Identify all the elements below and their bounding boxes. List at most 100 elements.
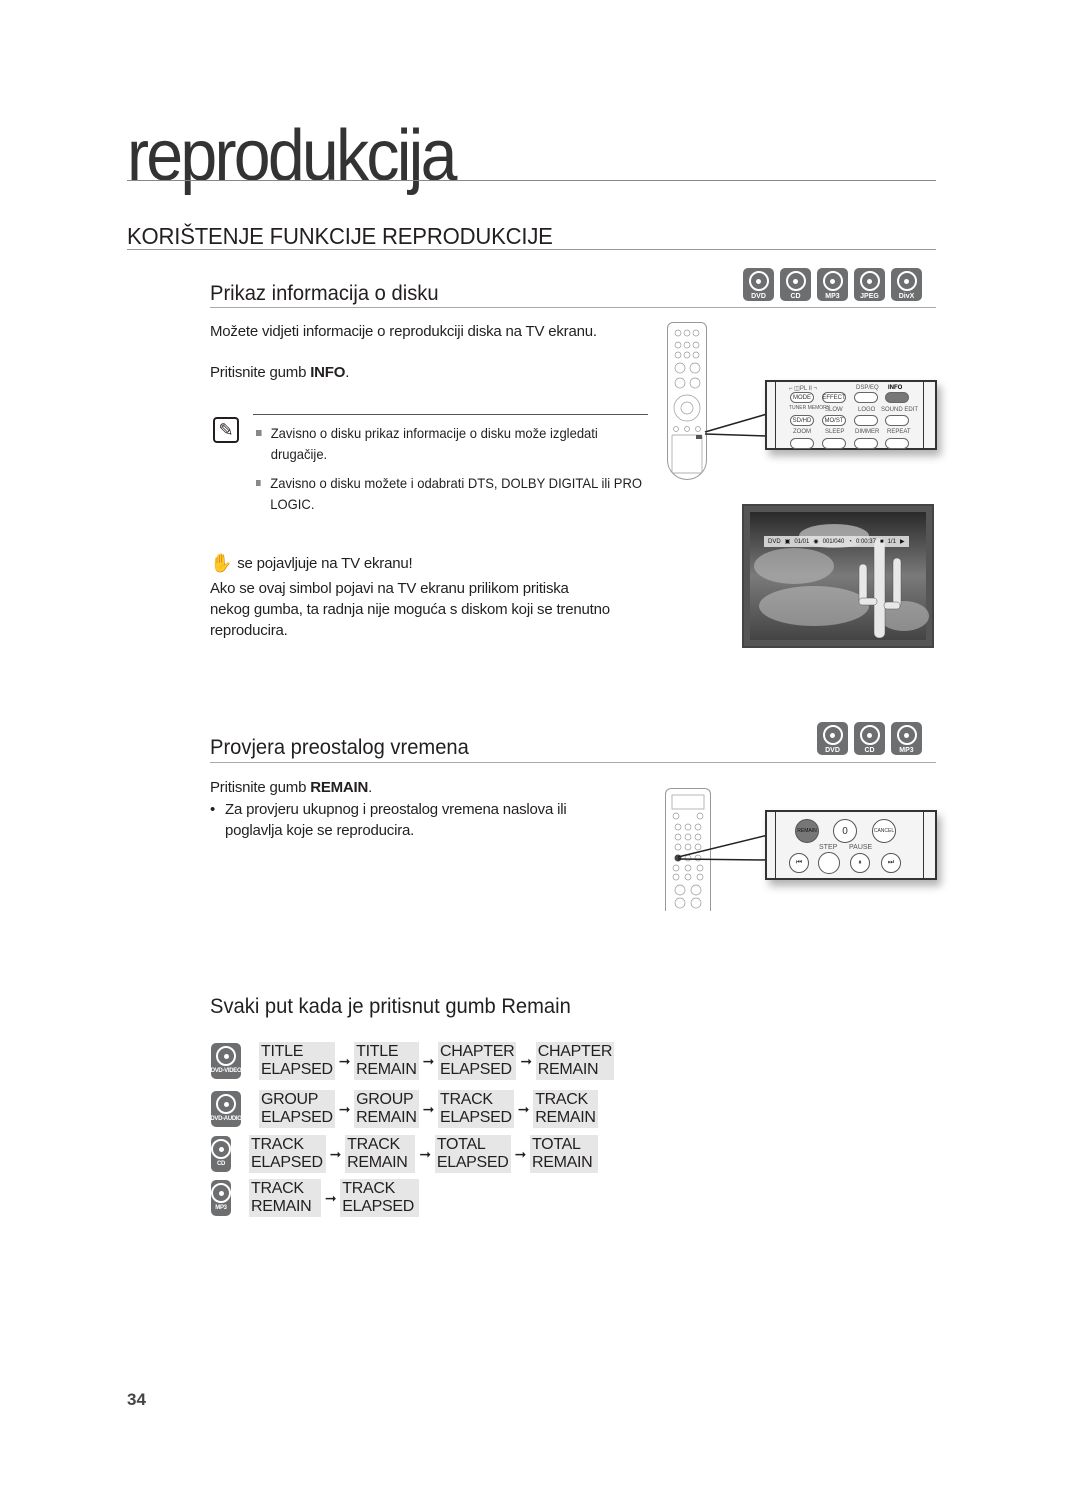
arrow-right-icon: ➞: [517, 1100, 530, 1117]
chapter-title: reprodukcija: [127, 116, 457, 196]
sound-edit-button[interactable]: [885, 415, 909, 426]
note-text-2: Zavisno o disku možete i odabrati DTS, D…: [270, 475, 642, 512]
disc-label: DVD-AUDIO: [210, 1116, 242, 1122]
disc-dvd-audio-icon: DVD-AUDIO: [210, 1091, 242, 1127]
remain-disc-type-icons: DVD CD MP3: [817, 722, 922, 755]
disc-type-icons: DVD CD MP3 JPEG DivX: [743, 268, 922, 301]
sequence-item: TOTAL ELAPSED: [434, 1135, 511, 1173]
disc-cd-icon: CD: [211, 1136, 231, 1172]
pause-button[interactable]: ⏸: [850, 853, 870, 873]
instruction-button-name: REMAIN: [310, 779, 369, 796]
disc-mp3-icon: MP3: [817, 268, 848, 301]
disc-ring-icon: [896, 725, 917, 745]
sleep-button[interactable]: [822, 438, 846, 449]
sequence-item: CHAPTER REMAIN: [535, 1042, 615, 1080]
cancel-button[interactable]: CANCEL: [872, 819, 896, 843]
sequence-item: TRACK ELAPSED: [249, 1135, 326, 1173]
bullet-icon: [256, 430, 262, 436]
disk-info-intro: Možete vidjeti informacije o reprodukcij…: [210, 323, 597, 340]
most-button[interactable]: MO/ST: [822, 415, 846, 426]
disc-jpeg-icon: JPEG: [854, 268, 885, 301]
sequence-row: MP3 TRACK REMAIN ➞ TRACK ELAPSED: [211, 1179, 419, 1217]
hand-icon: ✋: [210, 553, 233, 573]
osd-clock-icon: ◔: [848, 538, 852, 545]
mode-button[interactable]: MODE: [790, 392, 814, 403]
zero-button[interactable]: 0: [833, 819, 857, 843]
hand-description: Ako se ovaj simbol pojavi na TV ekranu p…: [210, 580, 610, 639]
arrow-right-icon: ➞: [324, 1189, 337, 1206]
osd-angle-value: 1/1: [887, 538, 896, 545]
info-button[interactable]: [885, 392, 909, 403]
arrow-right-icon: ➞: [422, 1052, 435, 1069]
osd-info-bar: DVD ▣ 01/01 ◉ 001/040 ◔ 0:00:37 ■ 1/1 ▶: [764, 536, 909, 547]
disc-ring-icon: [216, 1046, 236, 1066]
arrow-right-icon: ➞: [338, 1100, 351, 1117]
disc-cd-icon: CD: [854, 722, 885, 755]
instruction-prefix: Pritisnite gumb: [210, 364, 311, 381]
disc-label: DVD-VIDEO: [210, 1068, 242, 1074]
osd-title-icon: ▣: [784, 539, 791, 545]
bullet-icon: [256, 480, 261, 486]
sequence-item: TRACK ELAPSED: [340, 1179, 419, 1217]
callout-lines-2: [677, 834, 769, 861]
logo-button[interactable]: [854, 415, 878, 426]
disc-cd-icon: CD: [780, 268, 811, 301]
osd-chapter-value: 001/040: [822, 538, 845, 545]
disc-ring-icon: [859, 271, 880, 291]
disc-ring-icon: [822, 271, 843, 291]
disc-mp3-icon: MP3: [211, 1180, 231, 1216]
disk-info-instruction: Pritisnite gumb INFO.: [210, 362, 349, 383]
disc-label: CD: [864, 747, 875, 754]
note-text-1: Zavisno o disku prikaz informacije o dis…: [270, 425, 598, 462]
note-rule: [253, 414, 648, 415]
sequence-item: TITLE ELAPSED: [259, 1042, 335, 1080]
sleep-label: SLEEP: [825, 429, 845, 435]
sequence-title: Svaki put kada je pritisnut gumb Remain: [210, 995, 571, 1018]
section-rule: [127, 249, 936, 250]
disc-ring-icon: [211, 1139, 231, 1159]
sequence-item: GROUP REMAIN: [354, 1090, 419, 1128]
dimmer-button[interactable]: [854, 438, 878, 449]
disc-ring-icon: [748, 271, 769, 291]
arrow-right-icon: ➞: [514, 1145, 527, 1162]
disc-label: JPEG: [860, 293, 879, 300]
zoom-label: ZOOM: [793, 429, 811, 435]
disc-label: MP3: [899, 747, 914, 754]
sequence-row: DVD-AUDIO GROUP ELAPSED ➞ GROUP REMAIN ➞ TRAC…: [210, 1090, 598, 1128]
tuner-memory-label: TUNER MEMORY: [789, 405, 831, 411]
step-button[interactable]: [818, 852, 840, 874]
remote-control-illustration: [667, 322, 707, 480]
arrow-right-icon: ➞: [520, 1052, 532, 1069]
skip-back-button[interactable]: ⏮: [789, 853, 809, 873]
disc-label: DVD: [825, 747, 840, 754]
sequence-row: CD TRACK ELAPSED ➞ TRACK REMAIN ➞ TOTAL ELAPS…: [211, 1135, 598, 1173]
effect-button[interactable]: EFFECT: [822, 392, 846, 403]
pause-label: PAUSE: [849, 844, 873, 851]
tv-screen-illustration: DVD ▣ 01/01 ◉ 001/040 ◔ 0:00:37 ■ 1/1 ▶: [742, 504, 934, 648]
skip-forward-button[interactable]: ⏭: [881, 853, 901, 873]
remain-button[interactable]: REMAIN: [795, 819, 819, 843]
remain-instruction: Pritisnite gumb REMAIN.: [210, 777, 372, 798]
disc-mp3-icon: MP3: [891, 722, 922, 755]
plii-label: ⌐ ◫PL II ¬: [789, 386, 818, 392]
sequence-item: TOTAL REMAIN: [530, 1135, 598, 1173]
repeat-button[interactable]: [885, 438, 909, 449]
sdhd-button[interactable]: SD/HD: [790, 415, 814, 426]
disc-dvd-icon: DVD: [743, 268, 774, 301]
disc-label: MP3: [825, 293, 840, 300]
disc-dvd-video-icon: DVD-VIDEO: [210, 1043, 242, 1079]
logo-label: LOGO: [858, 407, 876, 413]
instruction-prefix: Pritisnite gumb: [210, 779, 311, 796]
instruction-suffix: .: [368, 779, 373, 796]
hand-heading: ✋ se pojavljuje na TV ekranu!: [210, 553, 413, 574]
sequence-item: GROUP ELAPSED: [259, 1090, 335, 1128]
cactus-photo: [750, 512, 929, 640]
disc-dvd-icon: DVD: [817, 722, 848, 755]
section-title: KORIŠTENJE FUNKCIJE REPRODUKCIJE: [127, 223, 553, 249]
dspeq-button[interactable]: [854, 392, 878, 403]
arrow-right-icon: ➞: [338, 1052, 351, 1069]
slow-label: SLOW: [825, 407, 843, 413]
instruction-suffix: .: [345, 364, 350, 381]
zoom-button[interactable]: [790, 438, 814, 449]
arrow-right-icon: ➞: [422, 1100, 435, 1117]
